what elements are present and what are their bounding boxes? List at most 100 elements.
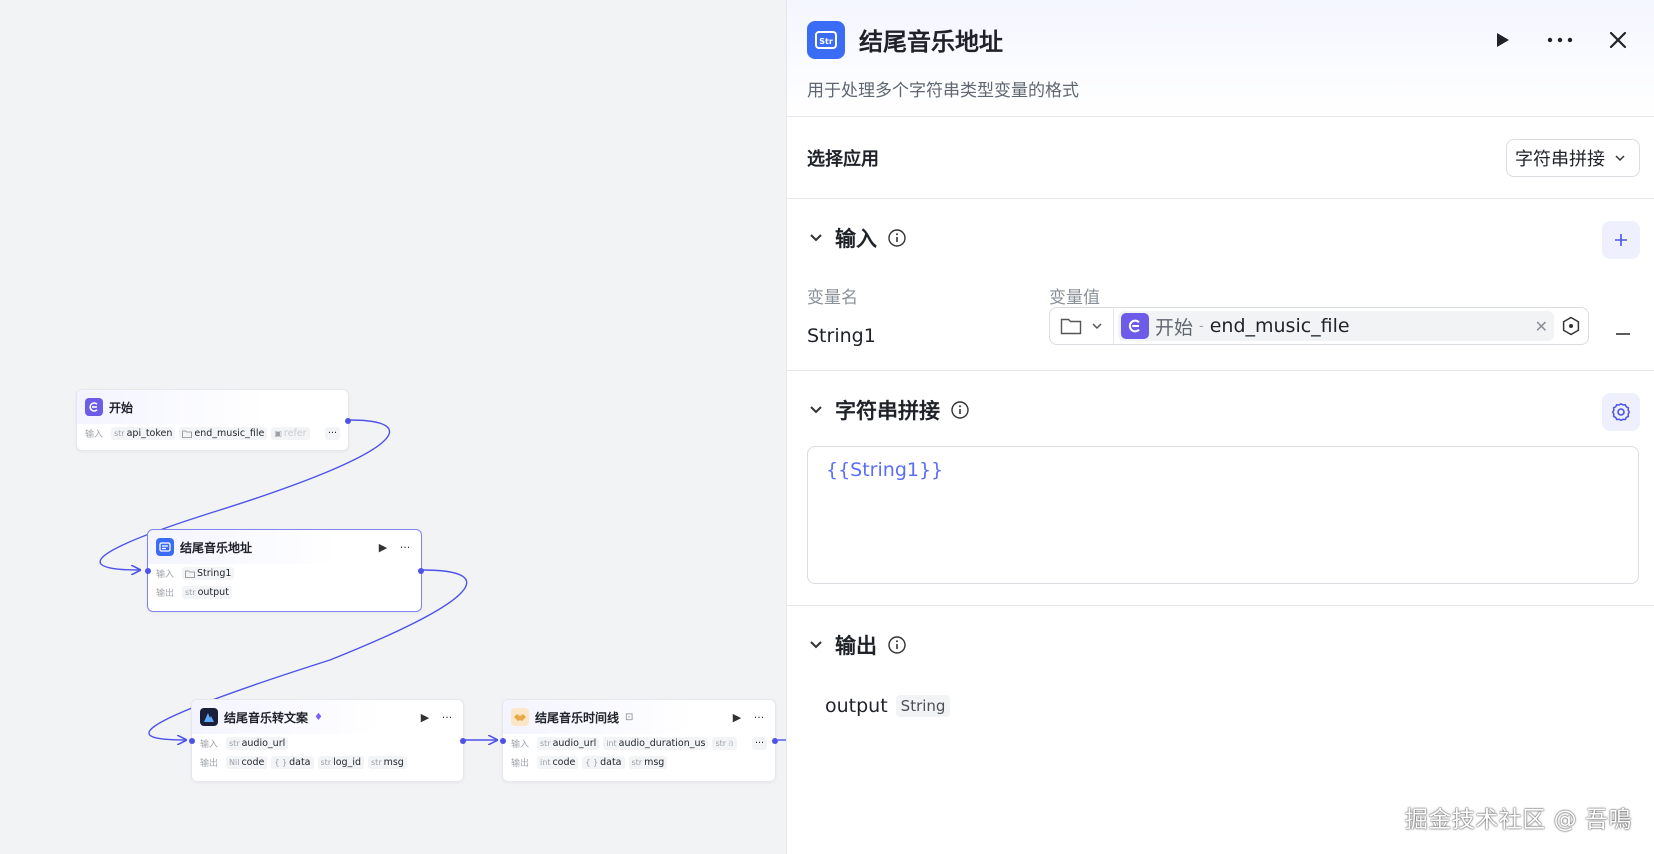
param-tag: String1 (182, 567, 235, 580)
concat-section: 字符串拼接 {{String1}} (787, 371, 1654, 606)
param-tag: str msg (368, 756, 407, 769)
node-music-to-text[interactable]: 结尾音乐转文案 ♦ ▶ ··· 输入 str audio_url 输出 Nil co… (189, 699, 466, 782)
node-more-button[interactable]: ··· (751, 711, 767, 724)
folder-icon (182, 430, 193, 438)
node-badge-icon: ⊡ (625, 711, 634, 723)
param-tag: int code (537, 756, 579, 769)
run-node-button[interactable]: ▶ (375, 541, 391, 554)
string-node-icon (156, 538, 174, 556)
string-node-icon: Str (807, 21, 845, 59)
info-icon[interactable] (887, 228, 907, 248)
add-variable-button[interactable] (1602, 221, 1640, 259)
output-type-badge: String (895, 695, 951, 717)
minus-icon (1616, 333, 1630, 335)
node-music-timeline[interactable]: 结尾音乐时间线 ⊡ ▶ ··· 输入 str audio_url int audio… (500, 699, 778, 782)
node-more-button[interactable]: ··· (397, 541, 413, 554)
start-node-icon (85, 398, 103, 416)
input-label: 输入 (156, 570, 175, 580)
input-label: 输入 (511, 740, 530, 750)
output-label: 输出 (200, 759, 219, 769)
output-variable: output String (825, 695, 951, 717)
concat-settings-button[interactable] (1602, 393, 1640, 431)
play-icon (1497, 33, 1509, 47)
reference-source: 开始 (1155, 316, 1194, 339)
clear-reference-button[interactable]: ✕ (1535, 317, 1548, 336)
output-label: 输出 (511, 759, 530, 769)
param-tag: str a (712, 737, 737, 750)
input-label: 输入 (200, 740, 219, 750)
output-port[interactable] (772, 738, 778, 744)
variable-name[interactable]: String1 (807, 325, 876, 347)
run-node-button[interactable]: ▶ (417, 711, 433, 724)
panel-description: 用于处理多个字符串类型变量的格式 (807, 81, 1079, 101)
info-icon[interactable] (950, 400, 970, 420)
folder-icon (1060, 318, 1081, 335)
variable-reference-chip[interactable]: 开始 - end_music_file ✕ (1118, 311, 1554, 341)
input-port[interactable] (500, 738, 506, 744)
collapse-chevron-icon[interactable] (807, 229, 825, 247)
node-more-button[interactable]: ··· (439, 711, 455, 724)
more-button[interactable] (1544, 24, 1576, 56)
more-params[interactable]: ··· (751, 737, 767, 750)
column-header-name: 变量名 (807, 288, 858, 308)
target-icon (1562, 316, 1580, 336)
input-section-title: 输入 (835, 227, 877, 251)
variable-value-input[interactable]: 开始 - end_music_file ✕ (1049, 307, 1589, 345)
panel-header: Str 结尾音乐地址 用于处理多个字符串类型变量的格式 (787, 0, 1654, 117)
output-section-title: 输出 (835, 634, 877, 658)
param-tag: Nil code (226, 756, 268, 769)
collapse-chevron-icon[interactable] (807, 401, 825, 419)
concat-section-title: 字符串拼接 (835, 399, 940, 423)
variable-type-selector[interactable] (1050, 308, 1114, 344)
run-button[interactable] (1486, 24, 1518, 56)
close-button[interactable] (1602, 24, 1634, 56)
close-icon (1609, 31, 1627, 49)
remove-variable-button[interactable] (1612, 323, 1634, 345)
chevron-down-icon (1091, 323, 1102, 330)
output-port[interactable] (418, 568, 424, 574)
info-icon[interactable] (887, 635, 907, 655)
node-title: 结尾音乐时间线 (535, 710, 620, 725)
param-tag: str audio_url (226, 737, 289, 750)
param-tag: end_music_file (179, 427, 268, 440)
app-select-label: 选择应用 (807, 149, 879, 170)
folder-icon (185, 570, 195, 578)
chevron-down-icon (1615, 155, 1625, 162)
app-select-dropdown[interactable]: 字符串拼接 (1506, 139, 1640, 177)
node-title: 开始 (109, 400, 134, 415)
output-port[interactable] (460, 738, 466, 744)
column-header-value: 变量值 (1049, 288, 1100, 308)
input-port[interactable] (145, 568, 151, 574)
input-section: 输入 变量名 变量值 String1 开始 - end_music_file ✕ (787, 199, 1654, 371)
reference-picker-button[interactable] (1554, 316, 1588, 336)
image-icon: ▣ (274, 429, 282, 438)
param-tag: int audio_duration_us (603, 737, 709, 750)
param-tag: str api_token (111, 427, 176, 440)
svg-text:Str: Str (819, 37, 833, 46)
app-select-value: 字符串拼接 (1515, 149, 1605, 170)
gear-icon (1611, 403, 1631, 422)
param-tag: str log_id (317, 756, 364, 769)
reference-separator: - (1199, 318, 1204, 334)
param-tag: str msg (628, 756, 668, 769)
collapse-chevron-icon[interactable] (807, 636, 825, 654)
output-port[interactable] (345, 418, 351, 424)
input-port[interactable] (189, 738, 195, 744)
node-end-music-addr[interactable]: 结尾音乐地址 ▶ ··· 输入 String1 输出 str output (145, 529, 424, 612)
start-node-icon (1121, 313, 1149, 339)
more-icon (1547, 37, 1573, 43)
template-text: {{String1}} (826, 459, 944, 481)
more-params[interactable]: ··· (324, 427, 340, 440)
handshake-node-icon (511, 708, 529, 726)
param-tag: { } data (271, 756, 314, 769)
plugin-node-icon (200, 708, 218, 726)
app-select-section: 选择应用 字符串拼接 (787, 117, 1654, 199)
concat-template-editor[interactable]: {{String1}} (807, 446, 1639, 584)
workflow-canvas[interactable]: 开始 输入 str api_token end_music_file ▣ refer… (0, 0, 786, 854)
param-tag: { } data (582, 756, 625, 769)
param-tag: str audio_url (537, 737, 600, 750)
node-start[interactable]: 开始 输入 str api_token end_music_file ▣ refer… (76, 389, 351, 451)
run-node-button[interactable]: ▶ (729, 711, 745, 724)
output-name: output (825, 695, 888, 717)
reference-field: end_music_file (1209, 315, 1350, 337)
